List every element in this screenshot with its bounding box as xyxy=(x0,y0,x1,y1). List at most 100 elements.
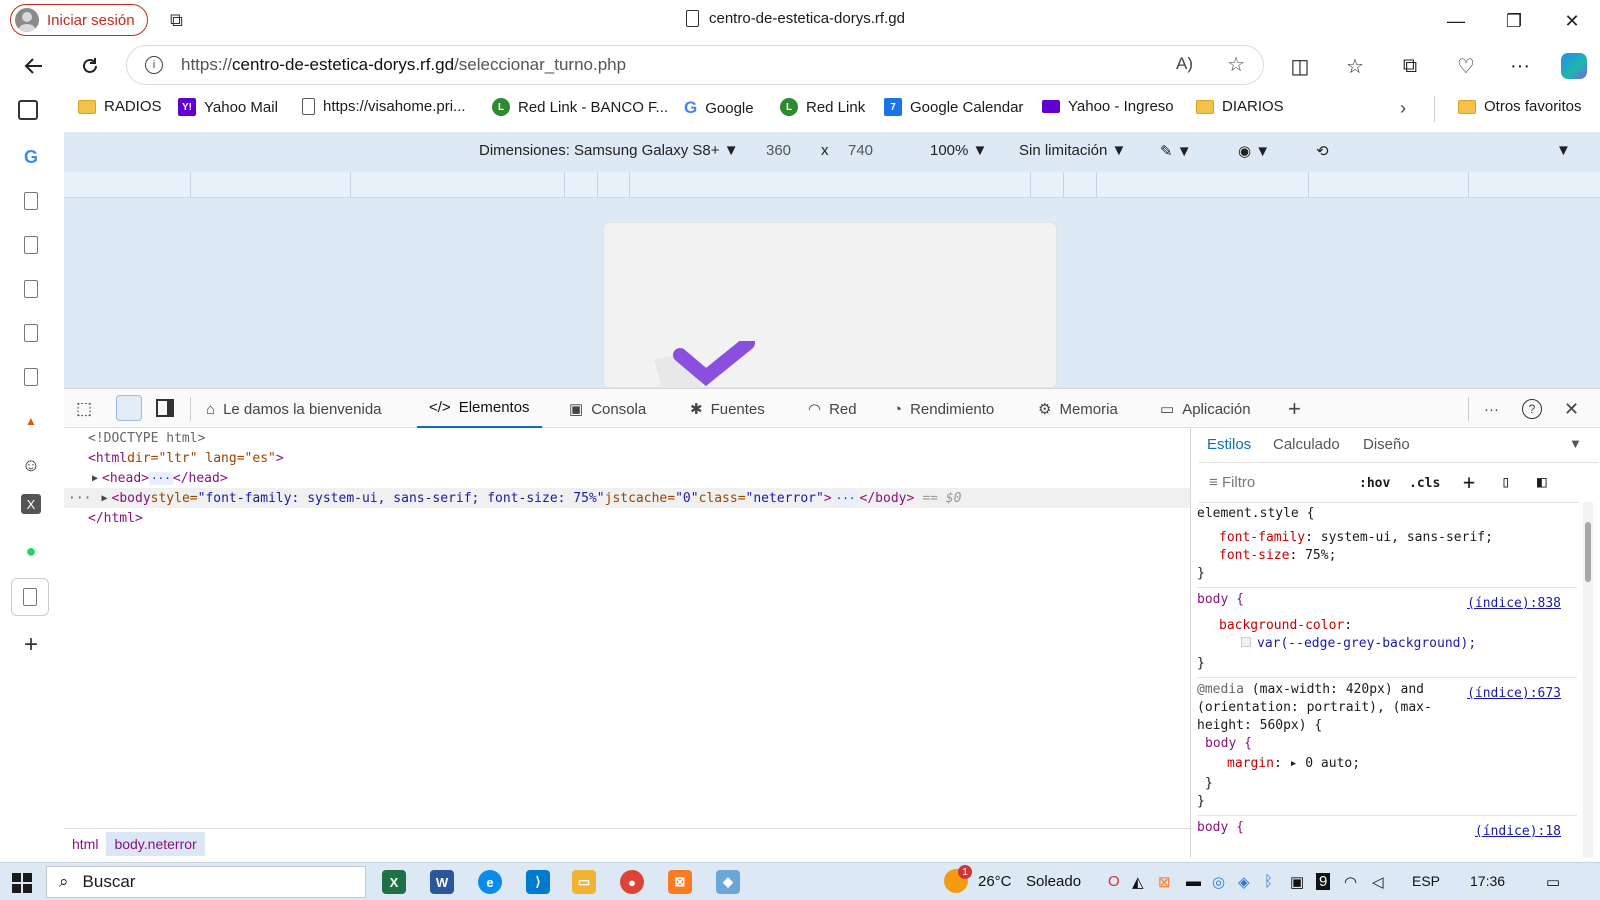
bookmark-red-link-banco[interactable]: L Red Link - BANCO F... xyxy=(492,98,668,116)
bluetooth-icon[interactable]: ᛒ xyxy=(1264,873,1273,890)
google-icon[interactable]: G xyxy=(16,142,46,172)
device-select[interactable]: Dimensiones: Samsung Galaxy S8+ ▼ xyxy=(479,142,739,159)
tab-performance[interactable]: ◔ Rendimiento xyxy=(893,389,994,429)
height-input[interactable]: 740 xyxy=(848,142,873,159)
tab-welcome[interactable]: ⌂ Le damos la bienvenida xyxy=(206,389,382,429)
zoom-select[interactable]: 100% ▼ xyxy=(930,142,987,159)
cls-toggle[interactable]: .cls xyxy=(1409,476,1440,491)
new-rule-icon[interactable]: + xyxy=(1463,470,1475,494)
styles-scrollbar[interactable] xyxy=(1583,502,1593,858)
node-actions-icon[interactable]: ··· xyxy=(68,491,91,506)
chevron-down-icon[interactable]: ▼ xyxy=(1556,142,1571,159)
hov-toggle[interactable]: :hov xyxy=(1359,476,1390,491)
ellipsis-badge[interactable]: ··· xyxy=(833,491,858,505)
expand-triangle-icon[interactable]: ▶ xyxy=(92,473,98,484)
expand-triangle-icon[interactable]: ▶ xyxy=(101,493,107,504)
rule-declaration[interactable]: font-size: 75%; xyxy=(1219,548,1336,563)
clock[interactable]: 17:36 xyxy=(1470,873,1505,889)
rule-declaration[interactable]: margin: ▸ 0 auto; xyxy=(1227,756,1360,771)
more-tools-icon[interactable]: ··· xyxy=(1484,389,1499,429)
edge-icon[interactable]: e xyxy=(478,870,502,894)
tab-layout[interactable]: Diseño xyxy=(1363,436,1410,453)
device-toolbar-icon[interactable] xyxy=(116,395,142,421)
chrome-icon[interactable]: ● xyxy=(620,870,644,894)
sidebar-toggle-icon[interactable]: ◧ xyxy=(1537,472,1547,491)
bookmark-other-favorites[interactable]: Otros favoritos xyxy=(1458,98,1582,115)
close-button[interactable]: ✕ xyxy=(1552,6,1592,36)
app-icon[interactable]: ☺ xyxy=(16,450,46,480)
chevron-right-icon[interactable]: › xyxy=(1400,98,1406,119)
rule-source-link[interactable]: (índice):18 xyxy=(1475,824,1561,839)
scrollbar-thumb[interactable] xyxy=(1585,522,1591,582)
page-icon[interactable] xyxy=(16,362,46,392)
opera-icon[interactable]: O xyxy=(1108,873,1120,890)
tab-console[interactable]: ▣ Consola xyxy=(569,389,646,429)
page-icon[interactable] xyxy=(16,186,46,216)
tab-styles[interactable]: Estilos xyxy=(1207,436,1251,453)
bookmark-google[interactable]: G Google xyxy=(684,98,754,118)
tab-memory[interactable]: ⚙ Memoria xyxy=(1038,389,1118,429)
breadcrumb-html[interactable]: html xyxy=(64,832,106,856)
bookmark-yahoo-ingreso[interactable]: Yahoo - Ingreso xyxy=(1042,98,1174,115)
doctype-node[interactable]: <!DOCTYPE html> xyxy=(88,428,205,448)
tray-icon[interactable]: ◎ xyxy=(1212,873,1225,891)
taskbar-search[interactable]: ⌕ Buscar xyxy=(46,866,366,898)
color-swatch[interactable] xyxy=(1241,637,1251,647)
back-button[interactable] xyxy=(16,50,52,82)
minimize-button[interactable]: — xyxy=(1436,6,1476,36)
tab-network[interactable]: ◠ Red xyxy=(808,389,857,429)
tray-icon[interactable]: ▣ xyxy=(1290,873,1304,891)
xampp-icon[interactable]: ⊠ xyxy=(668,870,692,894)
pma-logo-icon[interactable]: ▲ xyxy=(16,406,46,436)
page-icon[interactable] xyxy=(16,274,46,304)
head-node[interactable]: ▶ <head> ··· </head> xyxy=(92,468,228,488)
restore-button[interactable]: ❐ xyxy=(1494,6,1534,36)
bookmark-visahome[interactable]: https://visahome.pri... xyxy=(302,98,466,115)
html-close-node[interactable]: </html> xyxy=(88,508,143,528)
network-share-icon[interactable]: ◈ xyxy=(1238,873,1250,891)
help-icon[interactable]: ? xyxy=(1522,389,1542,429)
volume-icon[interactable]: ◁ xyxy=(1372,873,1384,891)
windows-start-icon[interactable] xyxy=(12,873,32,893)
tab-actions-icon[interactable] xyxy=(18,100,38,120)
bookmark-yahoo-mail[interactable]: Y! Yahoo Mail xyxy=(178,98,278,116)
dock-icon[interactable] xyxy=(156,399,174,417)
xampp-tray-icon[interactable]: ⊠ xyxy=(1158,873,1171,891)
site-info-icon[interactable]: i xyxy=(145,56,163,74)
weather-condition[interactable]: Soleado xyxy=(1026,873,1081,890)
read-aloud-icon[interactable]: A) xyxy=(1176,54,1193,74)
x-twitter-icon[interactable]: X xyxy=(21,494,41,514)
app-icon[interactable]: ◆ xyxy=(716,870,740,894)
rule-declaration[interactable]: font-family: system-ui, sans-serif; xyxy=(1219,530,1493,545)
rule-source-link[interactable]: (índice):838 xyxy=(1467,596,1561,611)
eyedropper-icon[interactable]: ✎ ▼ xyxy=(1160,142,1192,160)
language-indicator[interactable]: ESP xyxy=(1412,873,1440,889)
bookmark-google-calendar[interactable]: 7 Google Calendar xyxy=(884,98,1023,116)
copilot-icon[interactable] xyxy=(1556,50,1592,82)
vision-icon[interactable]: ◉ ▼ xyxy=(1238,142,1270,160)
body-node[interactable]: ··· ▶ <body style= "font-family: system-u… xyxy=(64,488,1190,508)
width-input[interactable]: 360 xyxy=(766,142,791,159)
collections-icon[interactable]: ⧉ xyxy=(1392,50,1428,82)
tray-icon[interactable]: ◭ xyxy=(1132,873,1144,891)
filter-input[interactable]: ≡ Filtro xyxy=(1209,474,1255,491)
paint-icon[interactable]: ▯ xyxy=(1501,472,1511,491)
rotate-icon[interactable]: ⟲ xyxy=(1316,142,1329,160)
wifi-icon[interactable]: ◠ xyxy=(1344,873,1357,891)
page-icon[interactable] xyxy=(16,230,46,260)
address-bar[interactable]: i https://centro-de-estetica-dorys.rf.gd… xyxy=(126,45,1264,85)
close-devtools-icon[interactable]: ✕ xyxy=(1564,389,1579,429)
workspaces-icon[interactable]: ⧉ xyxy=(170,10,183,31)
browser-essentials-icon[interactable]: ♡ xyxy=(1448,50,1484,82)
rule-source-link[interactable]: (índice):673 xyxy=(1467,686,1561,701)
weather-temp[interactable]: 26°C xyxy=(978,873,1012,890)
throttle-select[interactable]: Sin limitación ▼ xyxy=(1019,142,1126,159)
refresh-button[interactable] xyxy=(72,50,108,82)
bookmark-red-link[interactable]: L Red Link xyxy=(780,98,865,116)
breadcrumb-body[interactable]: body.neterror xyxy=(106,831,205,856)
split-screen-icon[interactable]: ◫ xyxy=(1282,50,1318,82)
excel-icon[interactable]: X xyxy=(382,870,406,894)
rule-declaration[interactable]: background-color: xyxy=(1219,618,1352,633)
devtools-icon[interactable] xyxy=(11,578,49,616)
tab-elements[interactable]: </> Elementos xyxy=(417,389,542,429)
